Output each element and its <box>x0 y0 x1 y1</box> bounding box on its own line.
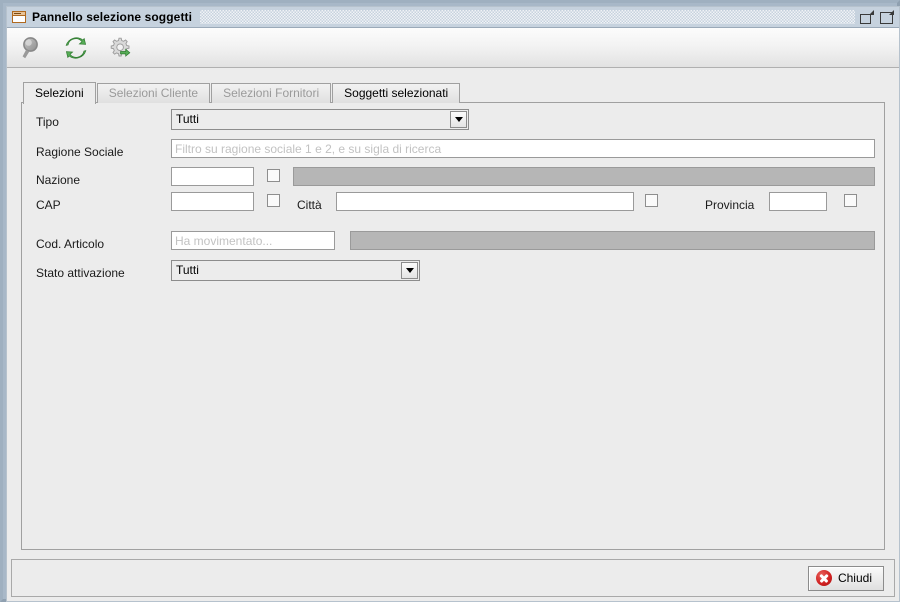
maximize-arrow-icon <box>889 9 894 15</box>
tab-soggetti-selezionati-label: Soggetti selezionati <box>344 86 449 100</box>
tipo-combobox[interactable]: Tutti <box>171 109 469 130</box>
selection-form: Tipo Tutti Ragione Sociale Nazione CAP <box>22 103 884 281</box>
tab-panel-selezioni: Tipo Tutti Ragione Sociale Nazione CAP <box>21 102 885 550</box>
window-panel-icon <box>12 11 26 23</box>
tab-selezioni-fornitori[interactable]: Selezioni Fornitori <box>211 83 332 103</box>
provincia-input[interactable] <box>769 192 827 211</box>
chevron-down-icon[interactable] <box>450 111 467 128</box>
chevron-down-icon[interactable] <box>401 262 418 279</box>
provincia-checkbox[interactable] <box>844 194 857 207</box>
window-title: Pannello selezione soggetti <box>32 10 193 24</box>
citta-input[interactable] <box>336 192 634 211</box>
citta-checkbox[interactable] <box>645 194 658 207</box>
close-button-label: Chiudi <box>837 571 872 585</box>
restore-window-button[interactable] <box>859 9 875 25</box>
tab-selezioni-fornitori-label: Selezioni Fornitori <box>223 86 320 100</box>
tab-selezioni[interactable]: Selezioni <box>23 82 96 104</box>
ragione-sociale-input[interactable] <box>171 139 875 158</box>
refresh-icon <box>65 36 87 59</box>
title-bar[interactable]: Pannello selezione soggetti <box>7 7 899 28</box>
tab-selezioni-label: Selezioni <box>35 86 84 100</box>
tipo-label: Tipo <box>36 115 59 129</box>
restore-icon <box>860 13 871 24</box>
search-button[interactable] <box>17 33 47 63</box>
close-button[interactable]: Chiudi <box>807 565 884 591</box>
window-inner: Pannello selezione soggetti Selezioni Se… <box>6 6 900 602</box>
stato-attivazione-combobox[interactable]: Tutti <box>171 260 420 281</box>
stato-attivazione-label: Stato attivazione <box>36 266 125 280</box>
cap-input[interactable] <box>171 192 254 211</box>
restore-arrow-icon <box>869 9 874 15</box>
search-icon <box>22 36 38 58</box>
maximize-window-button[interactable] <box>879 9 895 25</box>
settings-run-button[interactable] <box>105 33 135 63</box>
tab-selezioni-cliente-label: Selezioni Cliente <box>108 86 199 100</box>
title-bar-texture <box>200 10 855 24</box>
cap-checkbox[interactable] <box>267 194 280 207</box>
stato-attivazione-combobox-value: Tutti <box>176 263 199 277</box>
cap-label: CAP <box>36 198 61 212</box>
nazione-label: Nazione <box>36 173 81 187</box>
nazione-disabled-field <box>293 167 875 186</box>
close-circle-icon <box>815 570 832 586</box>
nazione-input[interactable] <box>171 167 254 186</box>
provincia-label: Provincia <box>705 198 755 212</box>
toolbar <box>7 28 899 68</box>
tab-strip: Selezioni Selezioni Cliente Selezioni Fo… <box>23 82 885 104</box>
tipo-combobox-value: Tutti <box>176 112 199 126</box>
citta-label: Città <box>297 198 322 212</box>
tab-selezioni-cliente[interactable]: Selezioni Cliente <box>96 83 211 103</box>
footer-bar: Chiudi <box>11 559 895 597</box>
cod-articolo-label: Cod. Articolo <box>36 237 105 251</box>
content-area: Selezioni Selezioni Cliente Selezioni Fo… <box>7 68 899 582</box>
tab-soggetti-selezionati[interactable]: Soggetti selezionati <box>332 83 461 103</box>
cod-articolo-disabled-field <box>350 231 875 250</box>
application-window: Pannello selezione soggetti Selezioni Se… <box>0 0 900 602</box>
ragione-sociale-label: Ragione Sociale <box>36 145 124 159</box>
cod-articolo-input[interactable] <box>171 231 335 250</box>
refresh-button[interactable] <box>61 33 91 63</box>
settings-run-icon <box>110 37 131 57</box>
nazione-checkbox[interactable] <box>267 169 280 182</box>
